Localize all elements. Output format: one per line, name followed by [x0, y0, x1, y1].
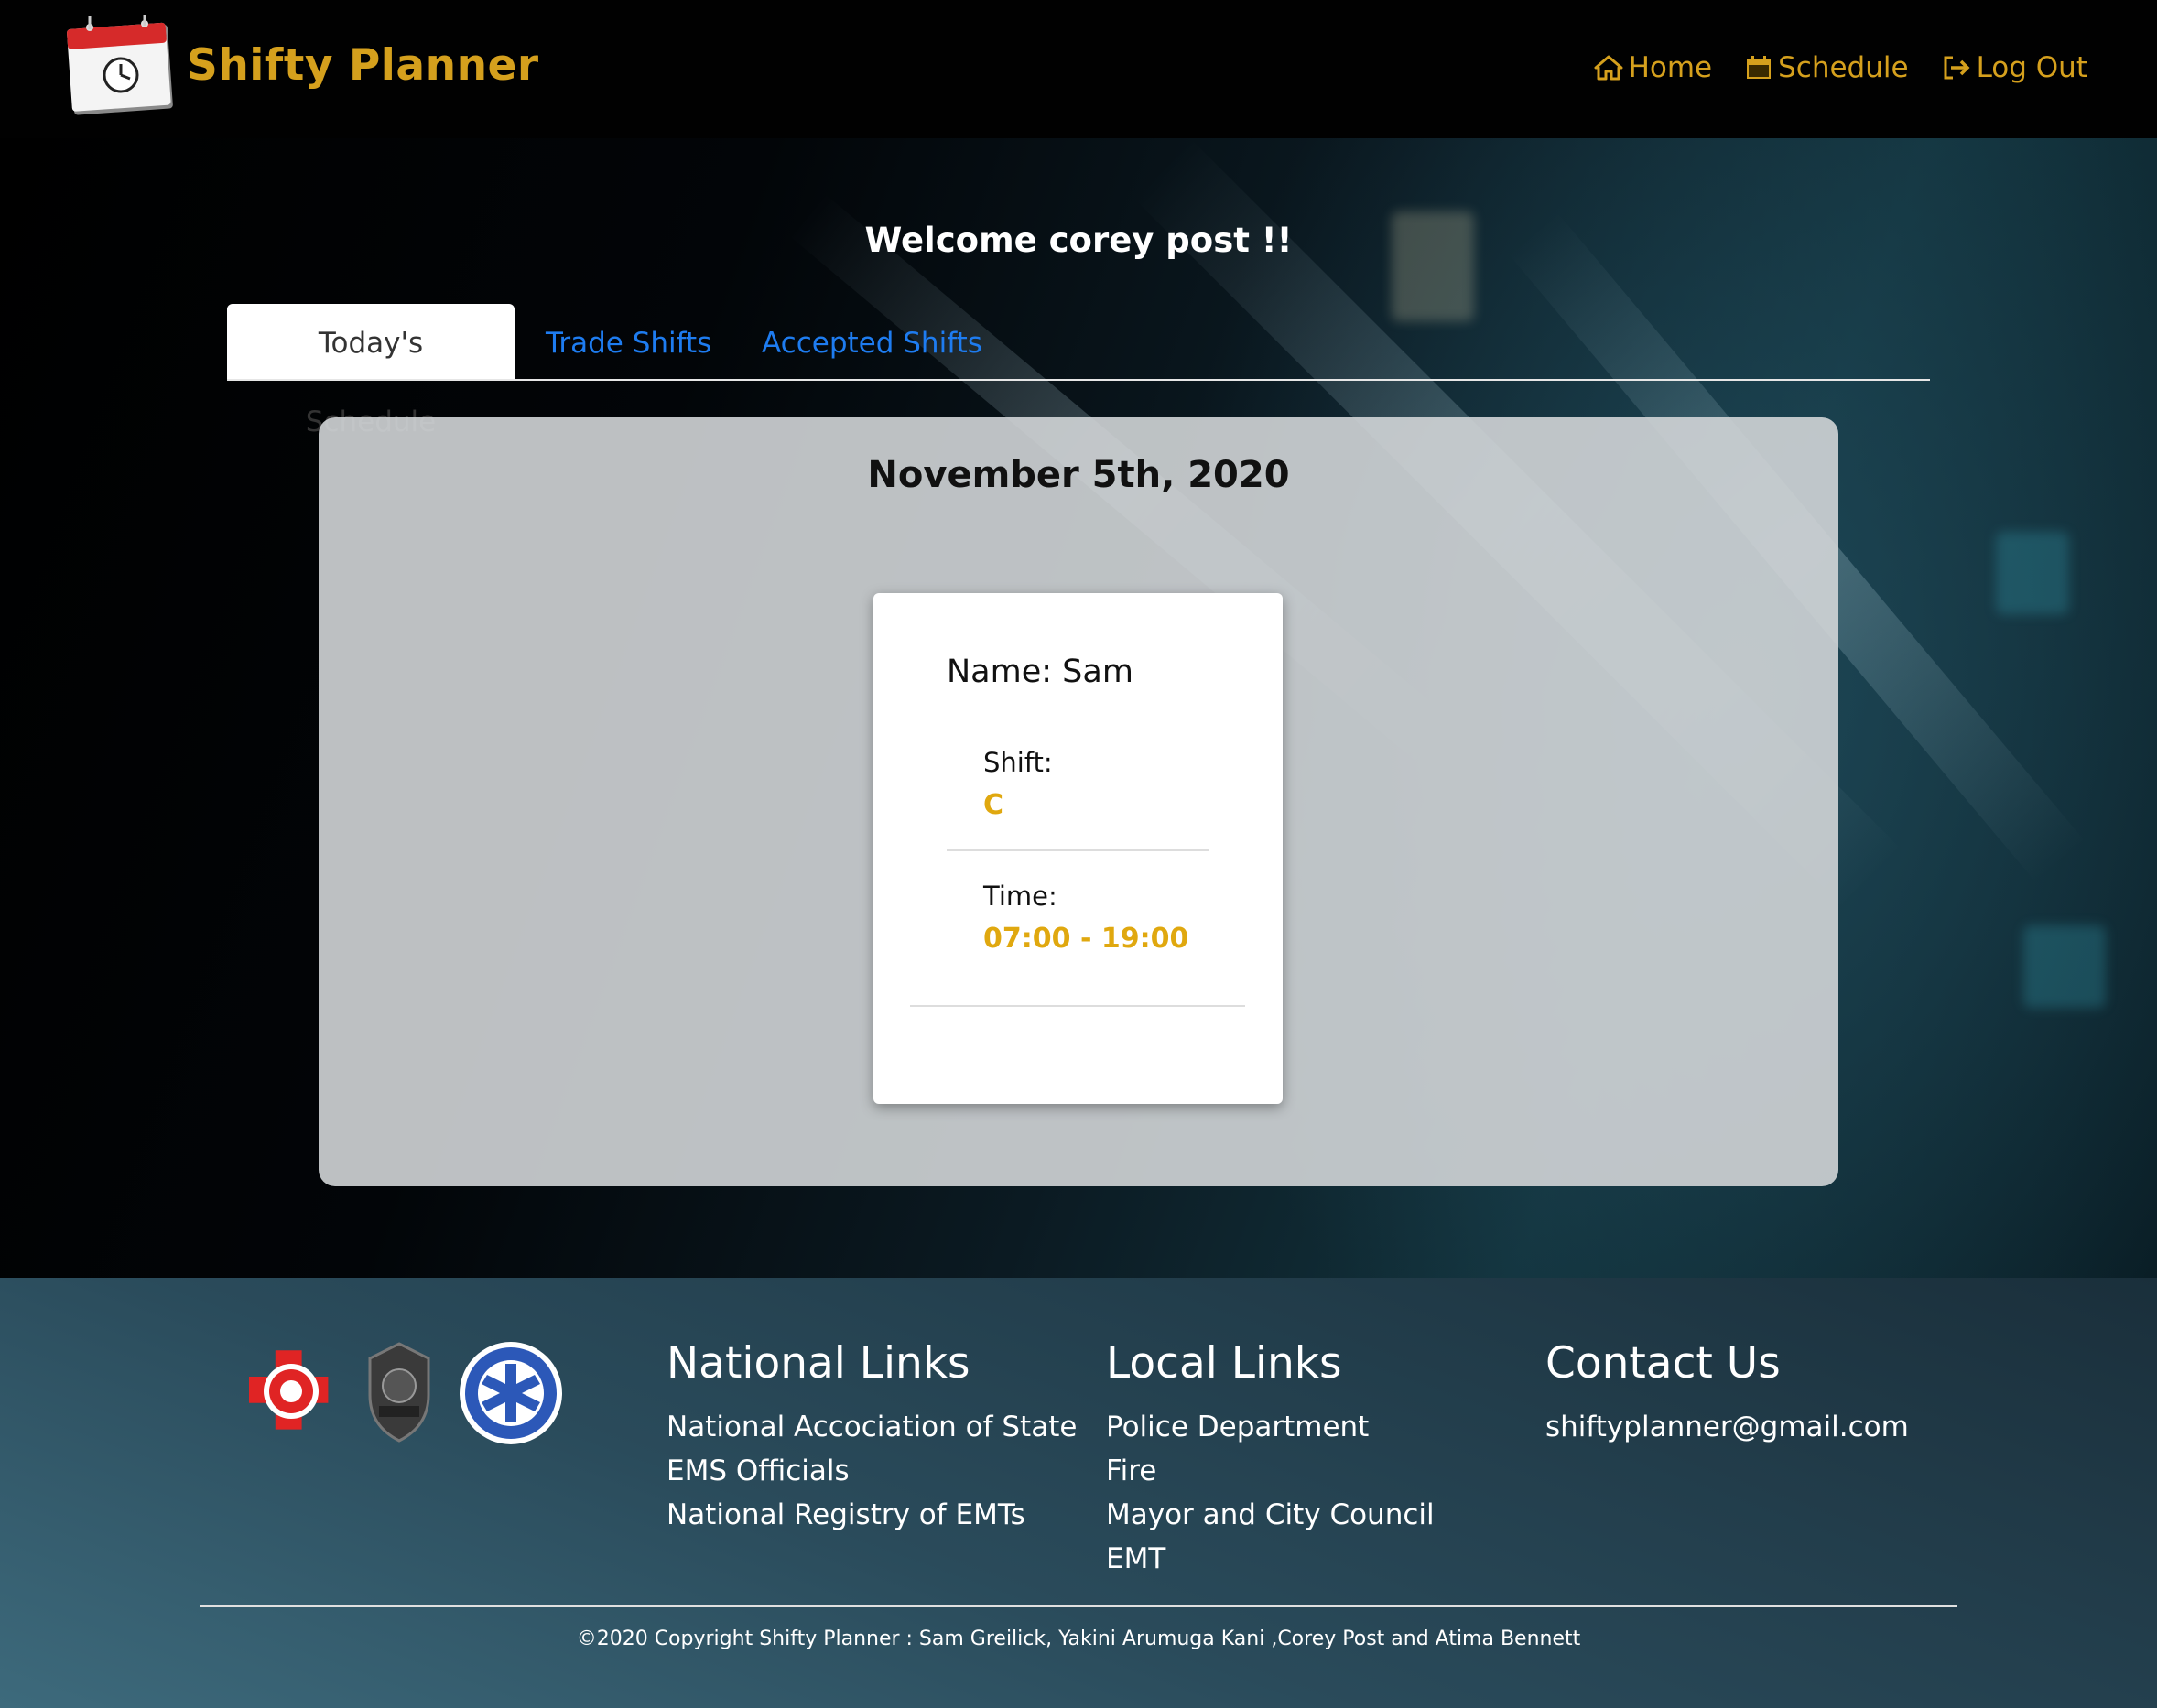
- fire-dept-badge-icon: [249, 1350, 329, 1430]
- tab-todays-schedule[interactable]: Today's Schedule: [227, 304, 515, 438]
- hero-section: Welcome corey post !! Today's Schedule T…: [0, 138, 2157, 1278]
- schedule-tabs: Today's Schedule Trade Shifts Accepted S…: [227, 304, 1930, 438]
- contact-email-link[interactable]: shiftyplanner@gmail.com: [1545, 1405, 1909, 1449]
- welcome-heading: Welcome corey post !!: [864, 221, 1293, 260]
- police-badge-icon: [368, 1342, 430, 1443]
- time-label: Time:: [983, 881, 1057, 912]
- contact-title: Contact Us: [1545, 1338, 1781, 1389]
- home-icon: [1594, 55, 1623, 81]
- time-value: 07:00 - 19:00: [983, 923, 1189, 955]
- ems-badge-icon: [460, 1342, 562, 1444]
- tab-accepted-shifts[interactable]: Accepted Shifts: [731, 304, 1013, 379]
- national-links-title: National Links: [667, 1338, 970, 1389]
- local-link[interactable]: Mayor and City Council: [1106, 1493, 1435, 1537]
- copyright-text: ©2020 Copyright Shifty Planner : Sam Gre…: [576, 1627, 1581, 1650]
- nav-logout[interactable]: Log Out: [1942, 51, 2087, 84]
- tab-trade-shifts[interactable]: Trade Shifts: [515, 304, 742, 379]
- brand-title[interactable]: Shifty Planner: [187, 40, 539, 91]
- divider: [910, 1005, 1245, 1007]
- local-links-title: Local Links: [1106, 1338, 1342, 1389]
- schedule-panel: November 5th, 2020 Name: Sam Shift: C Ti…: [319, 417, 1838, 1186]
- local-links: Local Links Police Department Fire Mayor…: [1106, 1338, 1435, 1581]
- shift-card: Name: Sam Shift: C Time: 07:00 - 19:00: [873, 593, 1283, 1104]
- local-link[interactable]: Fire: [1106, 1449, 1435, 1493]
- logout-icon: [1944, 56, 1970, 80]
- main-nav: Home Schedule Log Out: [1594, 51, 2087, 84]
- local-link[interactable]: EMT: [1106, 1537, 1435, 1581]
- nav-schedule[interactable]: Schedule: [1745, 51, 1909, 84]
- divider: [947, 849, 1209, 851]
- background-glow: [2023, 925, 2106, 1008]
- nav-home[interactable]: Home: [1594, 51, 1713, 84]
- national-link[interactable]: EMS Officials: [667, 1449, 1077, 1493]
- footer-divider: [200, 1605, 1957, 1607]
- calendar-icon: [1747, 56, 1772, 79]
- nav-logout-label: Log Out: [1976, 51, 2087, 84]
- employee-name: Name: Sam: [947, 654, 1133, 690]
- shift-label: Shift:: [983, 747, 1053, 778]
- shift-value: C: [983, 789, 1004, 821]
- national-link[interactable]: National Accociation of State: [667, 1405, 1077, 1449]
- agency-badges: [249, 1342, 562, 1444]
- background-glow: [1996, 532, 2069, 614]
- footer: National Links National Accociation of S…: [0, 1278, 2157, 1708]
- schedule-date: November 5th, 2020: [867, 454, 1290, 496]
- nav-home-label: Home: [1628, 51, 1713, 84]
- national-links: National Links National Accociation of S…: [667, 1338, 1077, 1537]
- calendar-logo-icon[interactable]: [64, 15, 181, 120]
- contact-us: Contact Us shiftyplanner@gmail.com: [1545, 1338, 1909, 1449]
- top-navbar: Shifty Planner Home Schedule Log Out: [0, 0, 2157, 138]
- national-link[interactable]: National Registry of EMTs: [667, 1493, 1077, 1537]
- nav-schedule-label: Schedule: [1778, 51, 1909, 84]
- local-link[interactable]: Police Department: [1106, 1405, 1435, 1449]
